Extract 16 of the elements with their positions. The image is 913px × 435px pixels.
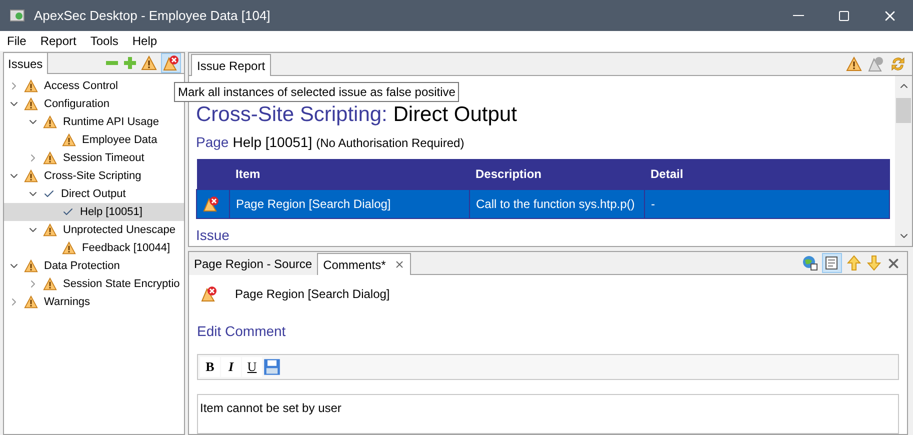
table-cell: Page Region [Search Dialog] — [230, 189, 470, 218]
column-header: Description — [470, 159, 644, 189]
section-heading: Issue — [196, 226, 230, 244]
page-name: Help [10051] — [232, 133, 312, 152]
window-title: ApexSec Desktop - Employee Data [104] — [34, 6, 270, 25]
page-note: (No Authorisation Required) — [316, 135, 464, 152]
issue-category: Cross-Site Scripting: — [196, 103, 388, 126]
item-name: Page Region [Search Dialog] — [235, 286, 390, 303]
tooltip: Mark all instances of selected issue as false positive — [174, 82, 460, 102]
column-header: Detail — [644, 159, 890, 189]
issue-title: Direct Output — [393, 103, 517, 126]
table-cell: Call to the function sys.htp.p() — [470, 189, 644, 218]
edit-comment-heading: Edit Comment — [197, 322, 287, 341]
page-label: Page — [196, 133, 229, 152]
column-header: Item — [230, 159, 470, 189]
table-cell: - — [644, 189, 890, 218]
